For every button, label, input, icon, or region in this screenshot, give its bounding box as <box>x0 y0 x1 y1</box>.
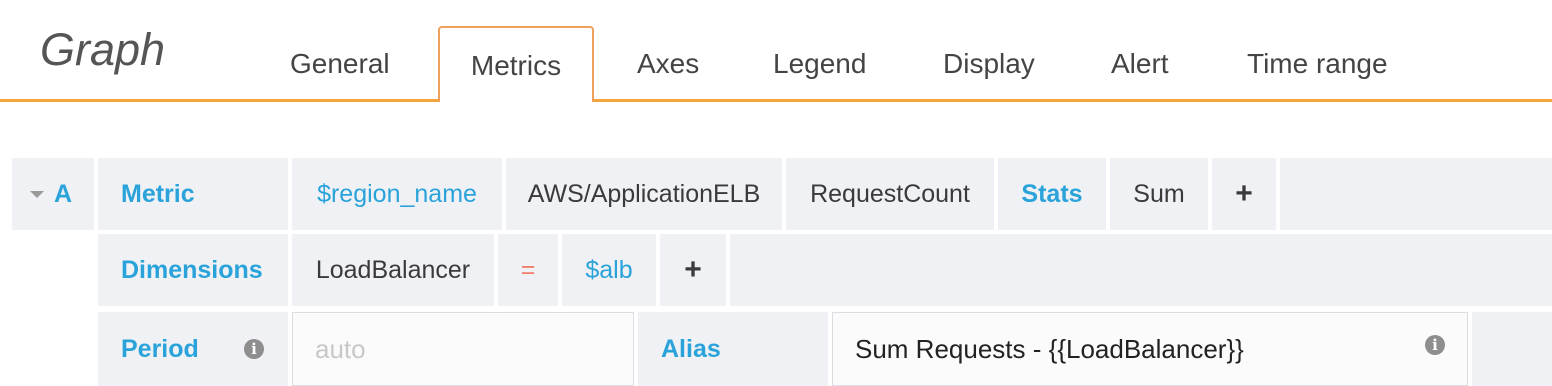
tab-legend[interactable]: Legend <box>773 44 866 84</box>
row-filler <box>1472 312 1552 386</box>
add-dimension-button[interactable]: + <box>660 234 726 306</box>
region-segment[interactable]: $region_name <box>292 158 502 230</box>
tab-time-range[interactable]: Time range <box>1247 44 1388 84</box>
tab-general[interactable]: General <box>290 44 390 84</box>
caret-down-icon <box>30 190 44 198</box>
dimension-key-value: LoadBalancer <box>315 255 471 284</box>
dimension-operator-value: = <box>520 255 536 284</box>
tab-metrics-label: Metrics <box>470 50 562 81</box>
tabs-underline <box>0 99 1552 102</box>
panel-title: Graph <box>40 24 166 75</box>
dimensions-label-text: Dimensions <box>121 255 263 284</box>
add-stat-button[interactable]: + <box>1212 158 1276 230</box>
period-label: Period i <box>98 312 288 386</box>
alias-label: Alias <box>638 312 828 386</box>
alias-input[interactable]: Sum Requests - {{LoadBalancer}} i <box>832 312 1468 386</box>
info-icon[interactable]: i <box>244 339 264 359</box>
plus-icon: + <box>684 253 702 286</box>
row-filler <box>730 234 1552 306</box>
dimension-value: $alb <box>585 255 633 284</box>
row-filler <box>1280 158 1552 230</box>
tab-display[interactable]: Display <box>943 44 1035 84</box>
metric-label-text: Metric <box>121 179 195 208</box>
namespace-value: AWS/ApplicationELB <box>527 179 761 208</box>
dimension-value-segment[interactable]: $alb <box>562 234 656 306</box>
dimensions-label: Dimensions <box>98 234 288 306</box>
tab-alert[interactable]: Alert <box>1111 44 1169 84</box>
dimension-key-segment[interactable]: LoadBalancer <box>292 234 494 306</box>
period-label-text: Period <box>121 334 199 363</box>
metric-name-value: RequestCount <box>810 179 970 208</box>
tab-metrics[interactable]: Metrics <box>438 26 594 102</box>
alias-label-text: Alias <box>661 334 721 363</box>
tab-axes[interactable]: Axes <box>637 44 699 84</box>
metric-name-segment[interactable]: RequestCount <box>786 158 994 230</box>
query-ref-id: A <box>54 179 73 208</box>
dimension-operator[interactable]: = <box>498 234 558 306</box>
alias-value: Sum Requests - {{LoadBalancer}} <box>855 333 1244 364</box>
region-value: $region_name <box>317 179 477 208</box>
stats-label: Stats <box>998 158 1106 230</box>
namespace-segment[interactable]: AWS/ApplicationELB <box>506 158 782 230</box>
stat-segment[interactable]: Sum <box>1110 158 1208 230</box>
period-input[interactable]: auto <box>292 312 634 386</box>
metric-label: Metric <box>98 158 288 230</box>
stats-label-text: Stats <box>1021 179 1083 208</box>
plus-icon: + <box>1235 177 1253 210</box>
info-icon[interactable]: i <box>1425 335 1445 355</box>
query-ref-toggle[interactable]: A <box>12 158 94 230</box>
period-placeholder: auto <box>315 333 366 364</box>
stat-value: Sum <box>1133 179 1185 208</box>
